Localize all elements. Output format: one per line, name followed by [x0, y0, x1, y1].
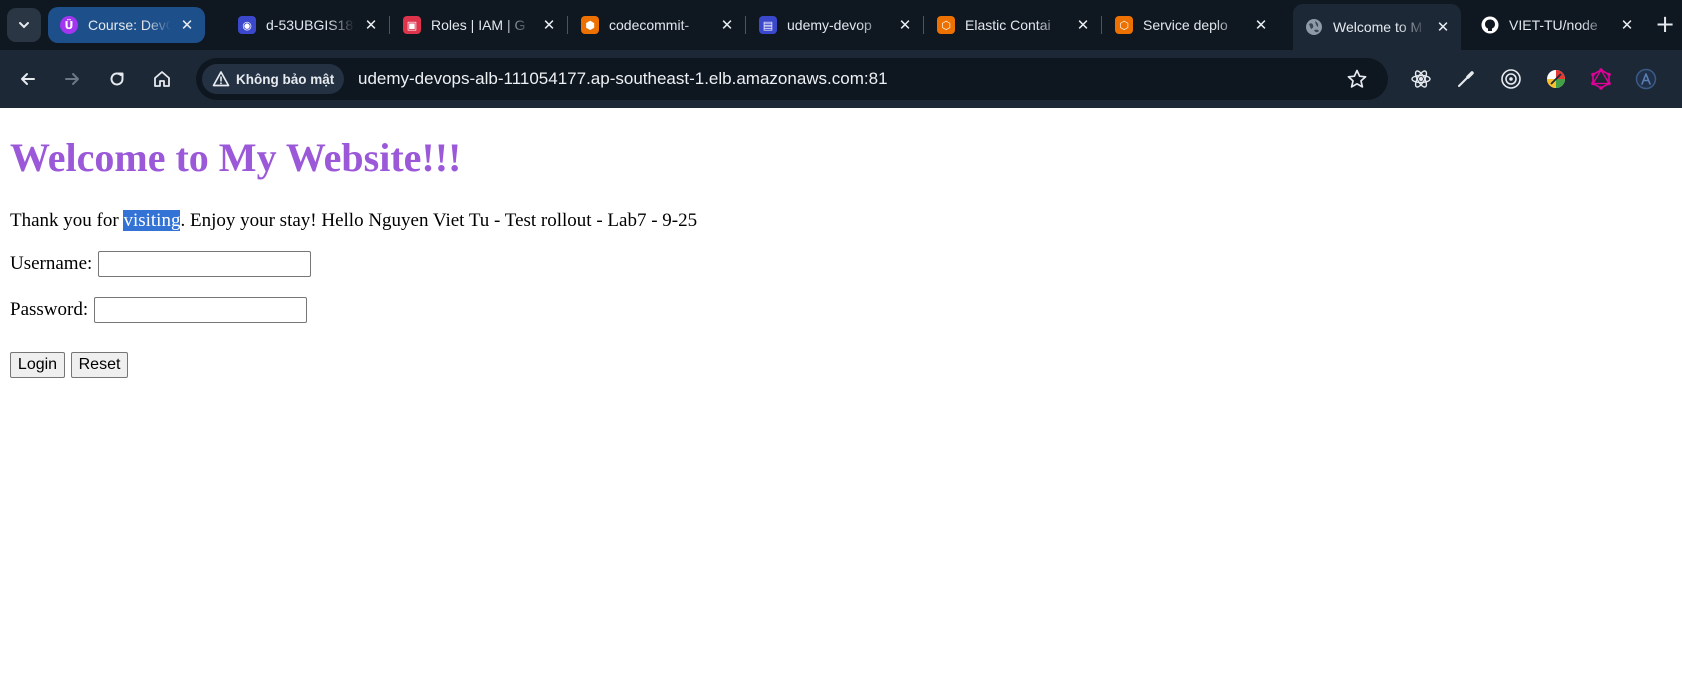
security-indicator[interactable]: Không bảo mật: [202, 64, 344, 94]
iam-icon: ▣: [403, 16, 421, 34]
tab-codepipeline[interactable]: ▤ udemy-devop ✕: [747, 7, 923, 43]
close-icon[interactable]: ✕: [1073, 15, 1093, 35]
intro-text-after: . Enjoy your stay! Hello Nguyen Viet Tu …: [180, 210, 698, 231]
tab-service-deploy[interactable]: ⬡ Service deplo ✕: [1103, 7, 1279, 43]
tab-title: udemy-devop: [787, 17, 872, 33]
home-button[interactable]: [146, 63, 178, 95]
tab-codedeploy[interactable]: ◉ d-53UBGIS18 ✕: [226, 7, 389, 43]
tab-iam-roles[interactable]: ▣ Roles | IAM | G ✕: [391, 7, 567, 43]
page-viewport: Welcome to My Website!!! Thank you for v…: [0, 108, 1682, 675]
tab-separator: [1101, 16, 1102, 34]
tab-title: Service deplo: [1143, 17, 1228, 33]
password-label: Password:: [10, 299, 89, 320]
tab-strip: Ü Course: DevO ✕ ◉ d-53UBGIS18 ✕ ▣ Roles…: [0, 0, 1682, 50]
password-row: Password:: [10, 297, 308, 323]
close-icon[interactable]: ✕: [717, 15, 737, 35]
intro-paragraph: Thank you for visiting. Enjoy your stay!…: [10, 210, 697, 232]
tab-separator: [567, 16, 568, 34]
tab-title: Course: DevO: [88, 17, 171, 33]
new-tab-button[interactable]: +: [1650, 9, 1680, 39]
color-picker-extension-icon[interactable]: [1543, 66, 1569, 92]
ecs-icon: ⬡: [1115, 16, 1133, 34]
tab-search-button[interactable]: [7, 8, 41, 42]
username-input[interactable]: [98, 251, 312, 277]
tab-separator: [923, 16, 924, 34]
intro-text-before: Thank you for: [10, 210, 124, 231]
tab-title: Elastic Contai: [965, 17, 1051, 33]
reload-icon: [110, 72, 124, 86]
chevron-down-icon: [19, 22, 29, 29]
profile-icon[interactable]: [1633, 66, 1659, 92]
security-label: Không bảo mật: [236, 71, 335, 87]
close-icon[interactable]: ✕: [361, 15, 381, 35]
tab-elastic-container[interactable]: ⬡ Elastic Contai ✕: [925, 7, 1101, 43]
globe-icon: [1305, 18, 1323, 36]
arrow-left-icon: [21, 73, 35, 85]
close-icon[interactable]: ✕: [539, 15, 559, 35]
bookmark-star-icon[interactable]: [1346, 68, 1368, 90]
codedeploy-icon: ◉: [238, 16, 256, 34]
tab-udemy-course[interactable]: Ü Course: DevO ✕: [48, 7, 205, 43]
tab-title: Roles | IAM | G: [431, 17, 526, 33]
login-button[interactable]: Login: [10, 352, 65, 378]
page-title: Welcome to My Website!!!: [10, 135, 462, 180]
react-devtools-icon[interactable]: [1408, 66, 1434, 92]
close-icon[interactable]: ✕: [895, 15, 915, 35]
selected-text: visiting: [123, 210, 181, 231]
warning-icon: [212, 71, 230, 87]
tab-separator: [389, 16, 390, 34]
home-icon: [154, 71, 170, 87]
tab-title: d-53UBGIS18: [266, 17, 354, 33]
close-icon[interactable]: ✕: [1617, 15, 1637, 35]
address-bar[interactable]: Không bảo mật udemy-devops-alb-111054177…: [196, 58, 1388, 100]
reload-button[interactable]: [101, 63, 133, 95]
forward-button[interactable]: [56, 63, 88, 95]
udemy-icon: Ü: [60, 16, 78, 34]
tab-title: VIET-TU/node: [1509, 17, 1598, 33]
tab-github[interactable]: VIET-TU/node ✕: [1469, 7, 1645, 43]
github-icon: [1481, 16, 1499, 34]
tab-separator: [745, 16, 746, 34]
arrow-right-icon: [65, 73, 79, 85]
username-row: Username:: [10, 251, 312, 277]
graphql-icon[interactable]: [1588, 66, 1614, 92]
close-icon[interactable]: ✕: [177, 15, 197, 35]
reset-button[interactable]: Reset: [71, 352, 128, 378]
back-button[interactable]: [12, 63, 44, 95]
close-icon[interactable]: ✕: [1251, 15, 1271, 35]
tab-title: Welcome to M: [1333, 19, 1423, 35]
tab-welcome-active[interactable]: Welcome to M ✕: [1293, 4, 1461, 50]
tab-codecommit[interactable]: ⬢ codecommit- ✕: [569, 7, 745, 43]
codepipeline-icon: ▤: [759, 16, 777, 34]
tab-title: codecommit-: [609, 17, 690, 33]
ecs-icon: ⬡: [937, 16, 955, 34]
password-input[interactable]: [94, 297, 308, 323]
url-text[interactable]: udemy-devops-alb-111054177.ap-southeast-…: [358, 69, 888, 89]
eyedropper-icon[interactable]: [1453, 66, 1479, 92]
codecommit-icon: ⬢: [581, 16, 599, 34]
close-icon[interactable]: ✕: [1433, 17, 1453, 37]
target-extension-icon[interactable]: [1498, 66, 1524, 92]
username-label: Username:: [10, 253, 93, 274]
browser-toolbar: Không bảo mật udemy-devops-alb-111054177…: [0, 50, 1682, 108]
